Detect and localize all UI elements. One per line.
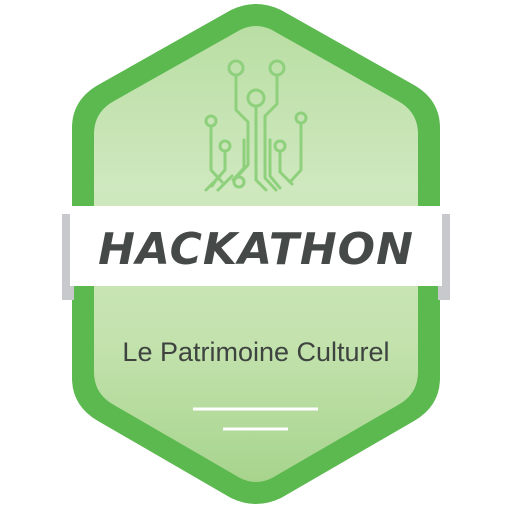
- badge-title: HACKATHON: [98, 224, 414, 275]
- badge-subtitle: Le Patrimoine Culturel: [122, 337, 389, 367]
- hackathon-badge: HACKATHON Le Patrimoine Culturel: [62, 4, 450, 504]
